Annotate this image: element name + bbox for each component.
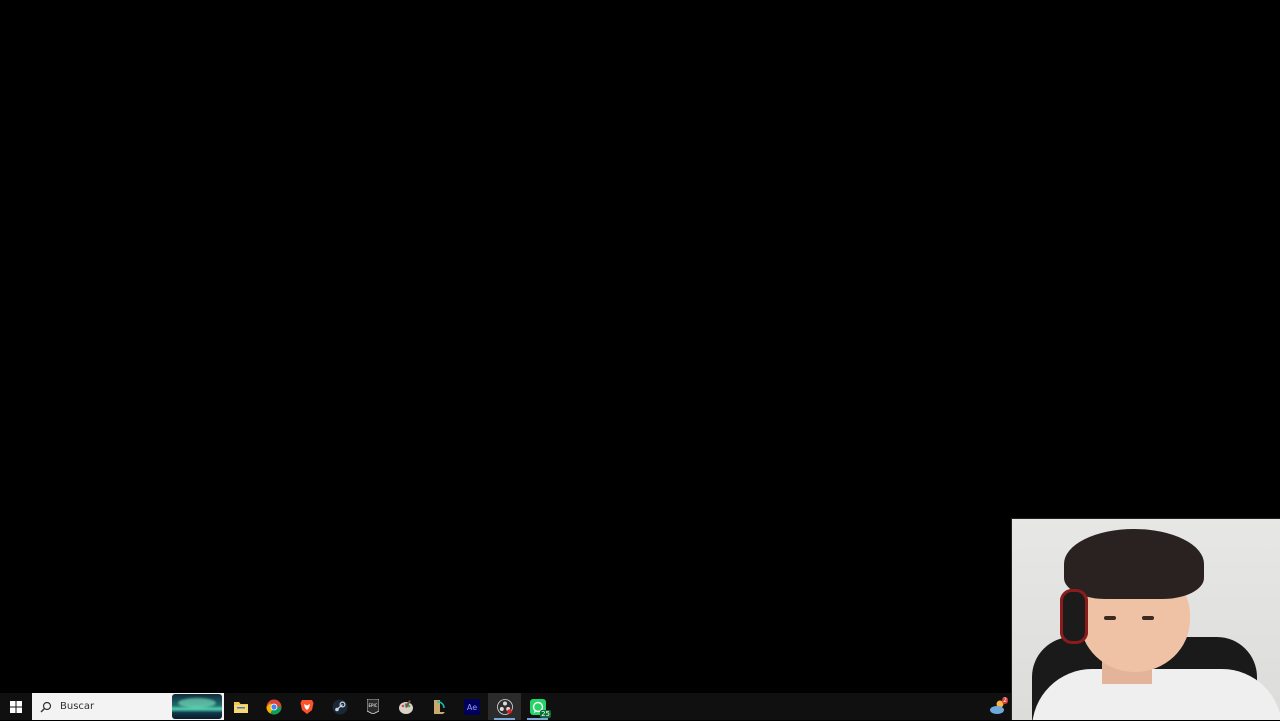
- webcam-eye-right: [1142, 616, 1154, 620]
- webcam-headphone-icon: [1060, 589, 1088, 644]
- taskbar-app-steam[interactable]: [323, 693, 356, 720]
- search-icon: [40, 701, 52, 712]
- taskbar-apps: EPIC Ae 25: [224, 693, 554, 720]
- taskbar-app-whatsapp[interactable]: 25: [521, 693, 554, 720]
- taskbar-app-brave[interactable]: [290, 693, 323, 720]
- taskbar-app-paint[interactable]: [389, 693, 422, 720]
- svg-text:EPIC: EPIC: [368, 703, 377, 708]
- webcam-overlay: [1011, 518, 1280, 720]
- webcam-shirt: [1032, 669, 1280, 720]
- paint-icon: [398, 699, 413, 714]
- taskbar-app-league-of-legends[interactable]: [422, 693, 455, 720]
- tray-weather[interactable]: 2: [988, 696, 1008, 717]
- search-input[interactable]: [60, 701, 180, 712]
- league-icon: [433, 699, 445, 714]
- aurora-highlight-icon: [178, 698, 216, 708]
- taskbar-app-after-effects[interactable]: Ae: [455, 693, 488, 720]
- webcam-hair: [1064, 529, 1204, 599]
- after-effects-icon: Ae: [463, 698, 480, 715]
- windows-logo-icon: [10, 700, 22, 713]
- start-button[interactable]: [0, 693, 32, 720]
- taskbar-app-chrome[interactable]: [257, 693, 290, 720]
- taskbar-app-epic-games[interactable]: EPIC: [356, 693, 389, 720]
- chrome-icon: [266, 699, 281, 715]
- taskbar-search-box[interactable]: [32, 693, 224, 720]
- epic-games-icon: EPIC: [366, 699, 379, 714]
- brave-icon: [300, 699, 313, 714]
- taskbar-app-obs-studio[interactable]: [488, 693, 521, 720]
- steam-icon: [332, 699, 347, 714]
- obs-icon: [496, 698, 513, 715]
- webcam-eye-left: [1104, 616, 1116, 620]
- search-highlight-image[interactable]: [172, 694, 222, 719]
- weather-notification-badge: 2: [1002, 696, 1008, 704]
- system-tray: 2: [988, 693, 1008, 720]
- svg-text:Ae: Ae: [466, 703, 476, 712]
- whatsapp-unread-badge: 25: [540, 710, 551, 718]
- folder-icon: [233, 701, 248, 713]
- taskbar-app-file-explorer[interactable]: [224, 693, 257, 720]
